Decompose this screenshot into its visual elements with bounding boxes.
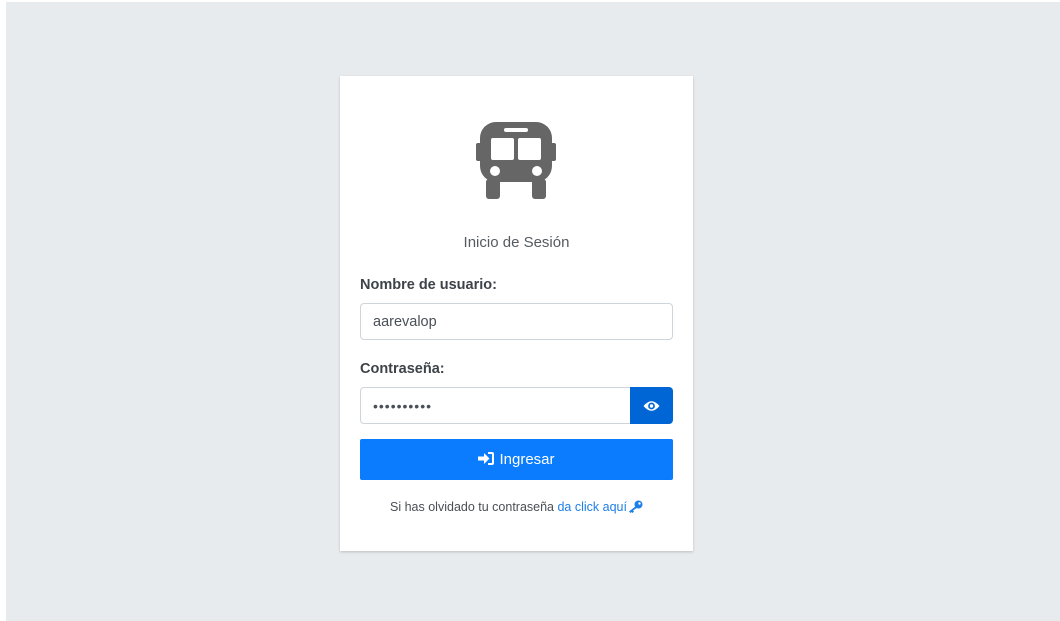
bus-icon (476, 122, 556, 199)
username-input[interactable] (360, 303, 673, 340)
forgot-password-link[interactable]: da click aquí (557, 500, 643, 514)
forgot-password-text: Si has olvidado tu contraseña da click a… (340, 500, 693, 514)
username-label: Nombre de usuario: (360, 277, 497, 293)
login-button[interactable]: Ingresar (360, 439, 673, 480)
eye-icon (643, 400, 660, 411)
forgot-password-link-label: da click aquí (557, 500, 627, 514)
key-icon (628, 500, 643, 513)
page-title: Inicio de Sesión (463, 234, 570, 251)
forgot-password-prefix: Si has olvidado tu contraseña (390, 500, 558, 514)
login-button-label: Ingresar (499, 451, 555, 468)
login-card: Inicio de Sesión Nombre de usuario: Cont… (340, 76, 693, 551)
password-label: Contraseña: (360, 361, 445, 377)
toggle-password-button[interactable] (630, 387, 673, 424)
sign-in-icon (478, 452, 495, 465)
password-input[interactable] (360, 387, 631, 424)
